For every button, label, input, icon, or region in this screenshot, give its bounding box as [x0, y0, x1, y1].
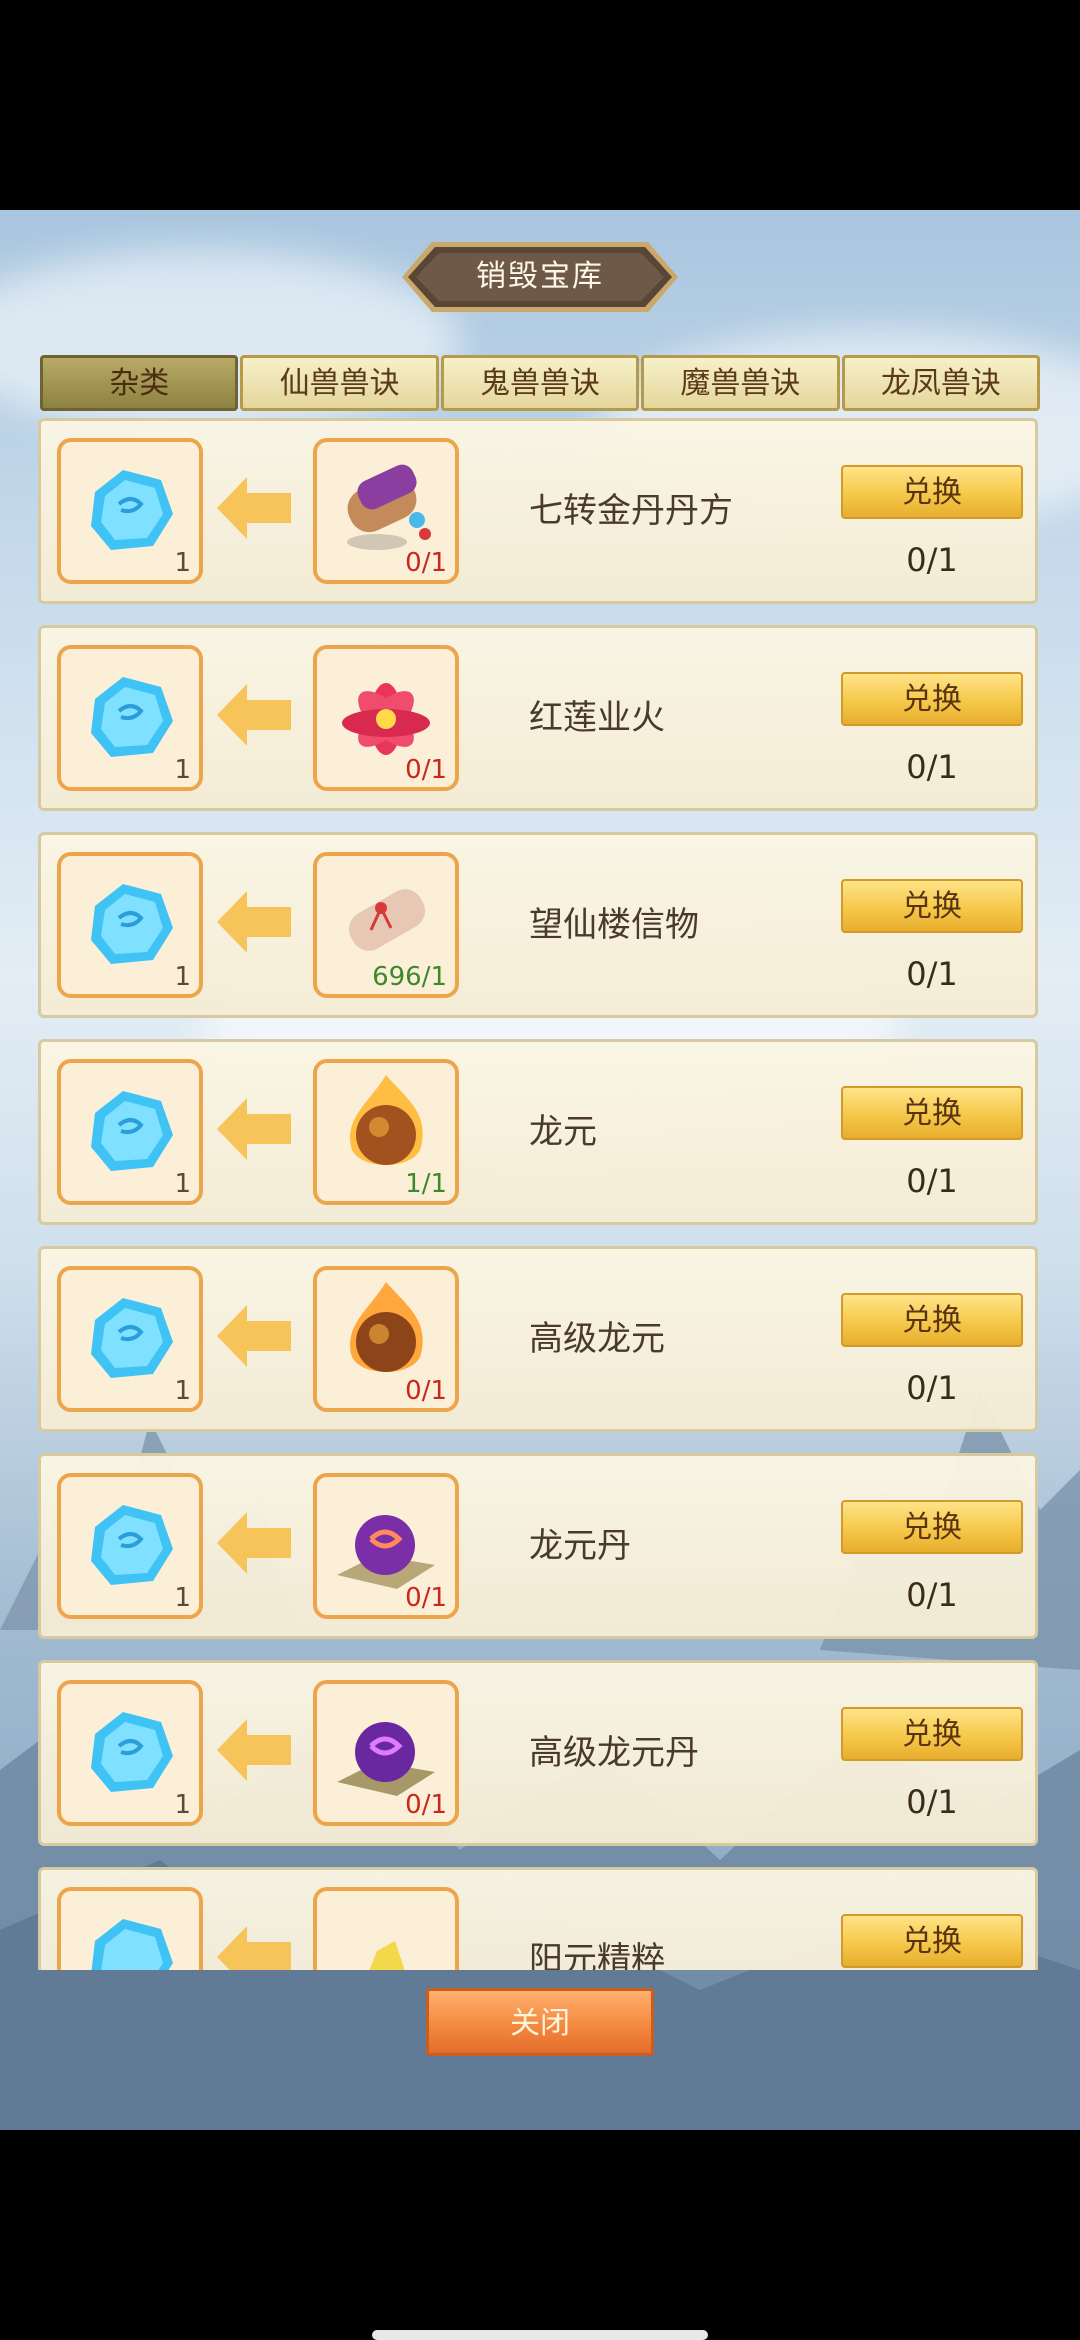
tab-immortal-beast[interactable]: 仙兽兽诀 [240, 355, 439, 411]
reward-slot[interactable] [57, 1887, 203, 1970]
list-item: 1 696/1 望仙楼信物 兑换 0/1 [38, 832, 1038, 1018]
reward-slot[interactable]: 1 [57, 645, 203, 791]
tab-dragon-phoenix-beast[interactable]: 龙凤兽诀 [841, 355, 1041, 411]
exchange-button[interactable]: 兑换 [841, 879, 1023, 933]
exchange-button[interactable]: 兑换 [841, 1914, 1023, 1968]
dialog-title: 销毁宝库 [476, 259, 604, 294]
exchange-button[interactable]: 兑换 [841, 1293, 1023, 1347]
tab-demon-beast[interactable]: 魔兽兽诀 [641, 355, 840, 411]
reward-slot[interactable]: 1 [57, 1473, 203, 1619]
reward-slot[interactable]: 1 [57, 1680, 203, 1826]
reward-slot[interactable]: 1 [57, 1059, 203, 1205]
reward-count: 1 [174, 962, 191, 992]
item-name: 高级龙元 [529, 1319, 665, 1359]
reward-count: 1 [174, 1790, 191, 1820]
reward-slot[interactable]: 1 [57, 1266, 203, 1412]
list-item: 阳元精粹 兑换 [38, 1867, 1038, 1970]
arrow-left-icon [217, 1305, 291, 1367]
exchange-button[interactable]: 兑换 [841, 1086, 1023, 1140]
exchange-progress: 0/1 [906, 541, 958, 579]
arrow-left-icon [217, 1926, 291, 1970]
bottom-bar-area [0, 2130, 1080, 2340]
reward-slot[interactable]: 1 [57, 852, 203, 998]
exchange-button[interactable]: 兑换 [841, 1707, 1023, 1761]
owned-count: 0/1 [405, 1376, 447, 1406]
item-name: 七转金丹丹方 [529, 491, 733, 531]
status-bar-area [0, 0, 1080, 210]
reward-count: 1 [174, 755, 191, 785]
cost-item-slot[interactable] [313, 1887, 459, 1970]
arrow-left-icon [217, 891, 291, 953]
category-tabs: 杂类 仙兽兽诀 鬼兽兽诀 魔兽兽诀 龙凤兽诀 [40, 355, 1041, 411]
owned-count: 0/1 [405, 1583, 447, 1613]
tab-misc[interactable]: 杂类 [40, 355, 239, 411]
item-name: 龙元丹 [529, 1526, 631, 1566]
reward-slot[interactable]: 1 [57, 438, 203, 584]
arrow-left-icon [217, 1512, 291, 1574]
arrow-left-icon [217, 1098, 291, 1160]
item-name: 龙元 [529, 1112, 597, 1152]
arrow-left-icon [217, 1719, 291, 1781]
reward-count: 1 [174, 1169, 191, 1199]
exchange-button[interactable]: 兑换 [841, 1500, 1023, 1554]
exchange-button[interactable]: 兑换 [841, 465, 1023, 519]
cost-item-slot[interactable]: 0/1 [313, 438, 459, 584]
list-item: 1 0/1 七转金丹丹方 兑换 0/1 [38, 418, 1038, 604]
cost-item-slot[interactable]: 696/1 [313, 852, 459, 998]
owned-count: 0/1 [405, 548, 447, 578]
game-scene: 销毁宝库 杂类 仙兽兽诀 鬼兽兽诀 魔兽兽诀 龙凤兽诀 1 0/1 七转金丹丹方… [0, 210, 1080, 2130]
item-name: 望仙楼信物 [529, 905, 699, 945]
exchange-list[interactable]: 1 0/1 七转金丹丹方 兑换 0/1 1 0/1 红莲业火 兑换 0/1 1 … [38, 418, 1042, 1970]
exchange-progress: 0/1 [906, 1369, 958, 1407]
exchange-progress: 0/1 [906, 748, 958, 786]
item-name: 红莲业火 [529, 698, 665, 738]
cost-item-slot[interactable]: 0/1 [313, 1266, 459, 1412]
list-item: 1 0/1 高级龙元 兑换 0/1 [38, 1246, 1038, 1432]
list-item: 1 0/1 高级龙元丹 兑换 0/1 [38, 1660, 1038, 1846]
cost-item-slot[interactable]: 1/1 [313, 1059, 459, 1205]
arrow-left-icon [217, 684, 291, 746]
arrow-left-icon [217, 477, 291, 539]
cost-item-slot[interactable]: 0/1 [313, 1473, 459, 1619]
close-button[interactable]: 关闭 [426, 1988, 654, 2056]
owned-count: 696/1 [372, 962, 447, 992]
reward-count: 1 [174, 1376, 191, 1406]
exchange-progress: 0/1 [906, 1783, 958, 1821]
list-item: 1 0/1 红莲业火 兑换 0/1 [38, 625, 1038, 811]
exchange-button[interactable]: 兑换 [841, 672, 1023, 726]
home-indicator[interactable] [372, 2330, 708, 2340]
blue-crystal-icon [91, 1919, 173, 1970]
exchange-progress: 0/1 [906, 1576, 958, 1614]
owned-count: 0/1 [405, 1790, 447, 1820]
cost-item-slot[interactable]: 0/1 [313, 1680, 459, 1826]
exchange-progress: 0/1 [906, 955, 958, 993]
gold-essence-icon [369, 1941, 405, 1970]
owned-count: 1/1 [405, 1169, 447, 1199]
reward-count: 1 [174, 1583, 191, 1613]
cost-item-slot[interactable]: 0/1 [313, 645, 459, 791]
tab-ghost-beast[interactable]: 鬼兽兽诀 [440, 355, 640, 411]
list-item: 1 1/1 龙元 兑换 0/1 [38, 1039, 1038, 1225]
list-item: 1 0/1 龙元丹 兑换 0/1 [38, 1453, 1038, 1639]
exchange-progress: 0/1 [906, 1162, 958, 1200]
reward-count: 1 [174, 548, 191, 578]
item-name: 阳元精粹 [529, 1940, 665, 1970]
owned-count: 0/1 [405, 755, 447, 785]
title-banner: 销毁宝库 [402, 242, 678, 312]
item-name: 高级龙元丹 [529, 1733, 699, 1773]
